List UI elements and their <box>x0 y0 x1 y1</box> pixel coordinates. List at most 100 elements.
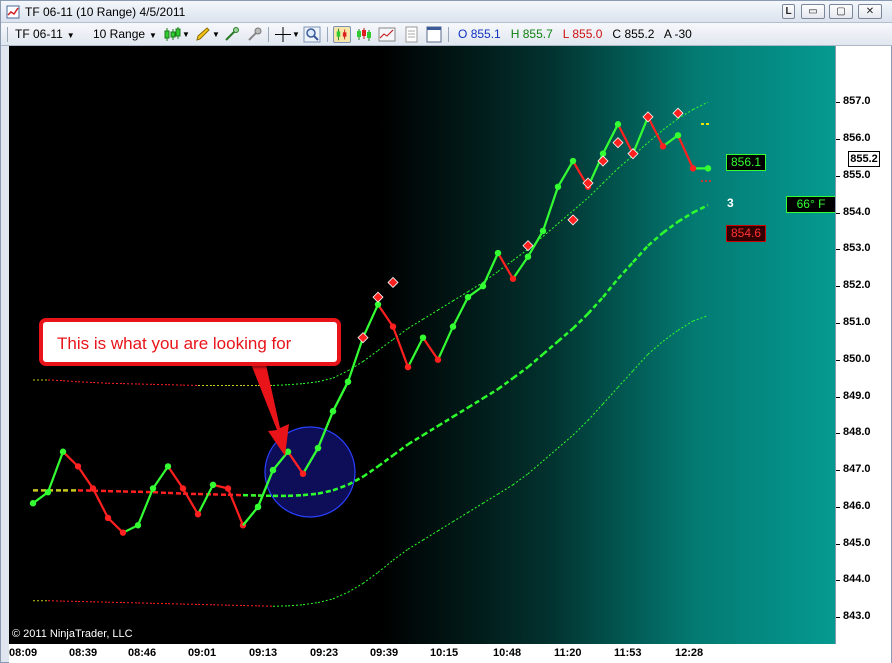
chevron-down-icon[interactable]: ▼ <box>212 26 220 43</box>
lower-band-segment <box>512 473 529 486</box>
close-button[interactable]: ✕ <box>858 4 882 19</box>
title-bar[interactable]: TF 06-11 (10 Range) 4/5/2011 L ▭ ▢ ✕ <box>1 1 892 23</box>
price-tick-mark <box>836 543 840 545</box>
upper-band-segment <box>407 318 424 329</box>
maximize-button[interactable]: ▢ <box>829 4 853 19</box>
indicators-icon[interactable] <box>355 26 373 43</box>
copyright-text: © 2011 NinjaTrader, LLC <box>12 628 133 640</box>
lower-band-segment <box>602 386 619 405</box>
price-tick-label: 845.0 <box>843 536 871 549</box>
middle-band-segment <box>647 231 664 247</box>
chevron-down-icon: ▼ <box>149 31 157 40</box>
price-point <box>59 448 67 455</box>
lower-band-segment <box>467 502 484 513</box>
lower-band-segment <box>392 548 409 561</box>
callout-text: This is what you are looking for <box>57 334 292 353</box>
upper-band-segment <box>287 383 304 386</box>
strategies-icon[interactable] <box>378 26 396 43</box>
middle-band-segment <box>632 244 649 264</box>
upper-band-segment <box>377 339 394 351</box>
middle-band-segment <box>377 454 394 468</box>
price-segment <box>136 488 155 526</box>
current-price-marker: 855.2 <box>848 151 880 167</box>
lower-band-segment <box>482 493 499 504</box>
chevron-down-icon[interactable]: ▼ <box>292 26 300 43</box>
price-point <box>194 511 202 518</box>
lower-band-segment <box>302 602 319 606</box>
price-point <box>539 227 547 235</box>
time-tick-label: 10:15 <box>430 647 459 659</box>
price-tick-mark <box>836 506 840 508</box>
price-point <box>104 514 112 522</box>
price-axis[interactable]: 843.0 844.0 845.0 846.0 847.0 848.0 849.0 850.0… <box>835 46 891 644</box>
price-point <box>464 293 472 301</box>
lower-band-segment <box>422 530 439 541</box>
lower-band-segment <box>377 559 394 573</box>
middle-band-segment <box>677 211 694 223</box>
high-value: 855.7 <box>522 27 553 41</box>
zoom-icon[interactable] <box>303 26 321 43</box>
time-axis[interactable]: 08:09 08:39 08:46 09:01 09:13 09:23 09:39 10:15… <box>9 644 891 663</box>
middle-band-segment <box>617 261 634 280</box>
price-tick-mark <box>836 249 840 251</box>
middle-band-segment <box>572 312 589 330</box>
price-segment <box>242 506 259 526</box>
lower-band-segment <box>572 420 589 436</box>
middle-band-segment <box>587 296 604 315</box>
time-tick-label: 10:48 <box>493 647 522 659</box>
price-point <box>509 275 517 282</box>
price-point <box>44 488 52 496</box>
price-segment <box>452 296 469 328</box>
price-point <box>449 323 457 330</box>
annotation-callout: This is what you are looking for <box>39 318 341 366</box>
pin-icon[interactable] <box>246 26 264 43</box>
middle-band-segment <box>422 424 439 437</box>
close-label: C <box>612 27 622 41</box>
price-tick-label: 846.0 <box>843 499 871 512</box>
price-point <box>269 466 277 474</box>
price-point <box>224 485 232 492</box>
middle-band-segment <box>512 366 529 380</box>
price-point <box>524 253 532 260</box>
chart-window: TF 06-11 (10 Range) 4/5/2011 L ▭ ▢ ✕ TF … <box>0 0 892 663</box>
data-box-icon[interactable] <box>425 26 443 43</box>
bar-type-icon[interactable] <box>333 26 351 43</box>
price-point <box>299 470 307 477</box>
properties-icon[interactable] <box>402 26 420 43</box>
pencil-draw-icon[interactable] <box>194 26 212 43</box>
interval-selector[interactable]: 10 Range ▼ <box>93 26 157 43</box>
chevron-down-icon[interactable]: ▼ <box>182 26 190 43</box>
crosshair-icon[interactable] <box>274 26 292 43</box>
instrument-selector[interactable]: TF 06-11 ▼ <box>15 26 75 43</box>
temperature-box: 66° F <box>786 196 835 213</box>
low-value: 855.0 <box>572 27 603 41</box>
middle-band-segment <box>407 434 424 446</box>
time-tick-label: 09:13 <box>249 647 278 659</box>
signal-diamond <box>642 111 654 123</box>
price-tick-label: 857.0 <box>843 95 871 108</box>
upper-band-segment <box>272 384 289 386</box>
price-tick-label: 855.0 <box>843 168 871 181</box>
lower-band-segment <box>647 340 664 355</box>
price-point <box>164 463 172 470</box>
price-chart-panel[interactable]: This is what you are looking for 856.1 8… <box>9 46 835 644</box>
price-point <box>209 481 217 489</box>
lower-band-segment <box>347 582 364 593</box>
minimize-button[interactable]: ▭ <box>801 4 825 19</box>
lower-band-segment <box>287 604 304 607</box>
price-tick-mark <box>836 580 840 582</box>
open-value: 855.1 <box>470 27 501 41</box>
link-button[interactable]: L <box>782 4 795 19</box>
upper-band-segment <box>317 377 334 383</box>
price-tick-mark <box>836 396 840 398</box>
candlestick-style-icon[interactable] <box>163 26 181 43</box>
lower-band-segment <box>527 460 544 475</box>
price-tick-label: 844.0 <box>843 573 871 586</box>
magic-wand-icon[interactable] <box>223 26 241 43</box>
price-point <box>149 485 157 492</box>
signal-diamond <box>372 291 384 303</box>
price-tick-label: 850.0 <box>843 352 871 365</box>
price-point <box>404 363 412 371</box>
time-tick-label: 09:01 <box>188 647 217 659</box>
time-tick-label: 09:39 <box>370 647 399 659</box>
